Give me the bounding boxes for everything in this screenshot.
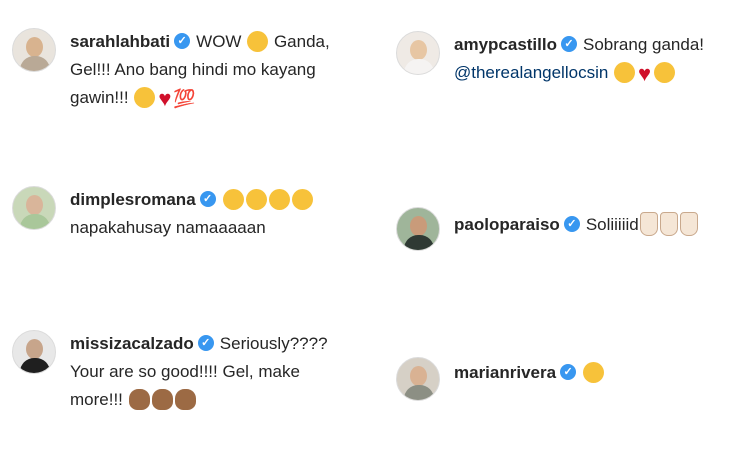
hundred-emoji-icon: 💯 [173,88,196,109]
comment-text: sarahlahbati ✓ WOW Ganda, Gel!!! Ano bang … [70,28,370,113]
avatar[interactable] [12,28,56,72]
clapping-hands-emoji-icon [174,388,196,410]
comment-word: Soliiiiid [585,215,639,234]
comment-dimplesromana: dimplesromana ✓ napakahusay namaaaaan [12,186,370,242]
username[interactable]: missizacalzado [70,334,194,353]
clapping-hands-emoji-icon [151,388,173,410]
heart-emoji-icon: ♥ [158,85,172,111]
avatar[interactable] [12,330,56,374]
screaming-emoji-icon [291,188,313,210]
comment-line: gawin!!! [70,88,129,107]
username[interactable]: sarahlahbati [70,32,170,51]
verified-badge-icon: ✓ [174,33,191,50]
laughing-emoji-icon [134,86,156,108]
comment-line: more!!! [70,390,123,409]
username[interactable]: amypcastillo [454,35,557,54]
comment-text: missizacalzado ✓ Seriously???? Your are so… [70,330,370,414]
comment-line: Your are so good!!!! Gel, make [70,362,300,381]
screaming-emoji-icon [268,188,290,210]
verified-badge-icon: ✓ [563,216,580,233]
comment-word: Ganda, [273,32,330,51]
verified-badge-icon: ✓ [561,36,577,53]
avatar[interactable] [396,31,440,75]
comment-marianrivera: marianrivera ✓ [396,357,750,401]
kissing-emoji-icon [654,61,676,83]
comment-text: paoloparaiso ✓ Soliiiiid [454,211,750,239]
comment-paoloparaiso: paoloparaiso ✓ Soliiiiid [396,207,750,251]
heart-eyes-emoji-icon [583,361,605,383]
comment-line: napakahusay namaaaaan [70,218,266,237]
raised-hand-emoji-icon [659,212,678,237]
username[interactable]: dimplesromana [70,190,196,209]
screaming-emoji-icon [222,188,244,210]
heart-eyes-emoji-icon [247,30,269,52]
avatar[interactable] [12,186,56,230]
avatar[interactable] [396,207,440,251]
comment-word: Seriously???? [219,334,328,353]
comment-text: dimplesromana ✓ napakahusay namaaaaan [70,186,370,242]
comment-line: Gel!!! Ano bang hindi mo kayang [70,60,316,79]
comment-word: Sobrang ganda! [583,35,704,54]
username[interactable]: paoloparaiso [454,215,560,234]
username[interactable]: marianrivera [454,363,556,382]
raised-hand-emoji-icon [639,212,658,237]
comment-text: marianrivera ✓ [454,359,750,387]
comment-amypcastillo: amypcastillo ✓ Sobrang ganda! @therealange… [396,31,734,88]
comment-text: amypcastillo ✓ Sobrang ganda! @therealange… [454,31,734,88]
comment-sarahlahbati: sarahlahbati ✓ WOW Ganda, Gel!!! Ano bang … [12,28,370,113]
verified-badge-icon: ✓ [197,335,214,352]
verified-badge-icon: ✓ [199,191,216,208]
verified-badge-icon: ✓ [560,364,577,381]
comment-missizacalzado: missizacalzado ✓ Seriously???? Your are so… [12,330,370,414]
comment-word: WOW [196,32,242,51]
kissing-emoji-icon [614,61,636,83]
mention-link[interactable]: @therealangellocsin [454,63,608,82]
raised-hand-emoji-icon [679,212,698,237]
heart-emoji-icon: ♥ [638,60,652,86]
avatar[interactable] [396,357,440,401]
clapping-hands-emoji-icon [128,388,150,410]
screaming-emoji-icon [245,188,267,210]
